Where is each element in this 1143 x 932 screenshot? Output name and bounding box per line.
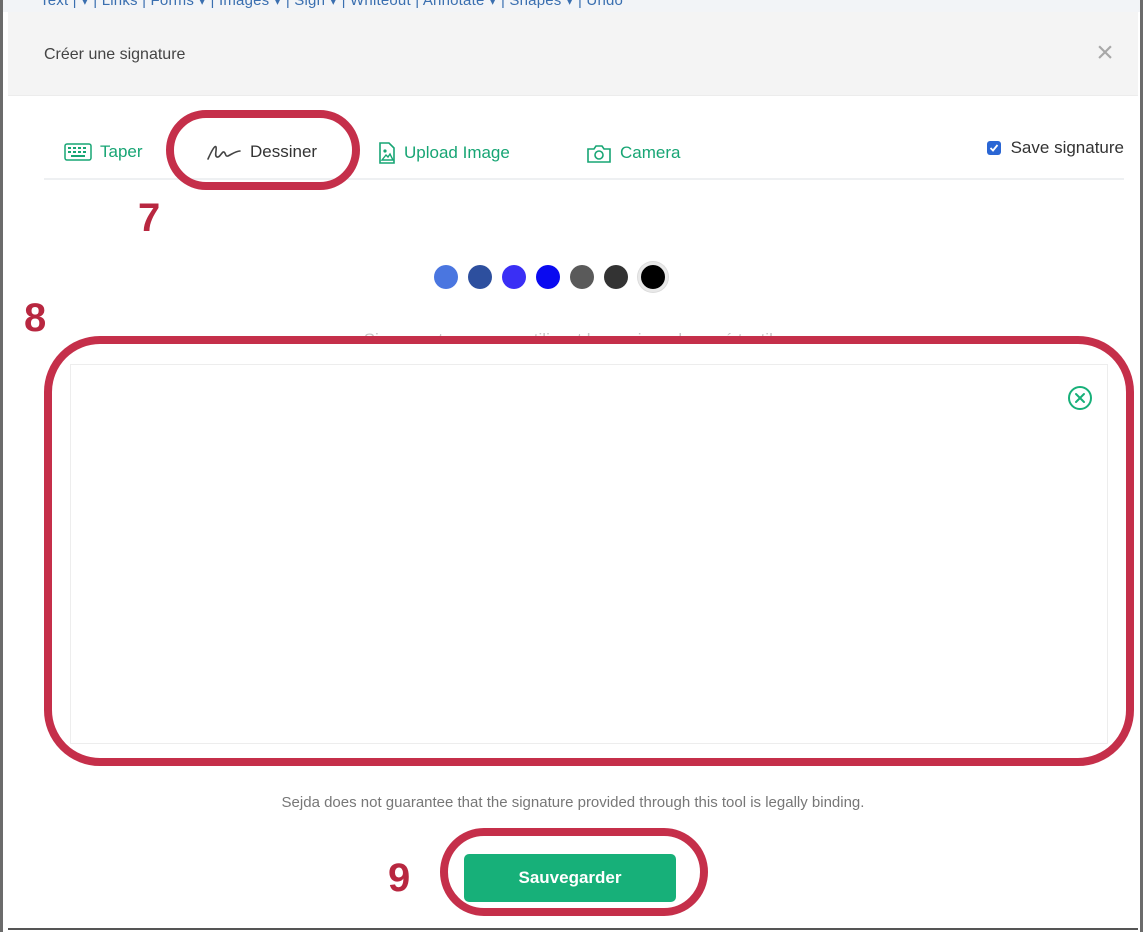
save-signature-label: Save signature [1010,138,1124,157]
signature-dialog: Créer une signature × Taper Dessiner Upl… [8,12,1138,930]
annotation-step-7: 7 [138,196,161,240]
color-picker [434,262,668,292]
tab-camera[interactable]: Camera [586,142,680,164]
color-swatch[interactable] [536,265,560,289]
color-swatch[interactable] [468,265,492,289]
dialog-header: Créer une signature × [8,12,1138,96]
camera-icon [587,145,611,163]
keyboard-icon [64,143,92,161]
tab-taper-label: Taper [100,142,143,161]
dialog-title: Créer une signature [44,46,186,63]
image-file-icon [379,142,395,164]
color-swatch[interactable] [502,265,526,289]
tab-upload-image[interactable]: Upload Image [378,142,510,164]
clear-canvas-button[interactable] [1067,385,1093,416]
background-toolbar-text: Text | ▾ | Links | Forms ▾ | Images ▾ | … [40,0,624,9]
tab-dessiner[interactable]: Dessiner [206,142,317,162]
tab-dessiner-label: Dessiner [250,142,318,161]
signature-tabs: Taper Dessiner Upload Image Camera Save … [44,122,1124,180]
color-swatch[interactable] [604,265,628,289]
color-swatch[interactable] [638,262,668,292]
color-swatch[interactable] [434,265,458,289]
background-toolbar: Text | ▾ | Links | Forms ▾ | Images ▾ | … [0,0,1143,12]
legal-disclaimer: Sejda does not guarantee that the signat… [281,794,865,811]
save-signature-checkbox[interactable] [986,141,1001,155]
clear-circle-icon [1068,386,1092,410]
close-icon: × [1096,36,1114,69]
tab-camera-label: Camera [620,143,681,162]
checkmark-icon [989,144,998,152]
signature-icon [207,145,241,160]
annotation-step-9: 9 [388,856,411,900]
tab-upload-image-label: Upload Image [404,143,510,162]
tab-taper[interactable]: Taper [64,142,143,162]
canvas-hint: Signez votre nom en utilisant la souris … [363,330,783,344]
save-button[interactable]: Sauvegarder [464,854,676,902]
window-border-left [0,0,3,932]
color-swatch[interactable] [570,265,594,289]
signature-canvas[interactable] [70,364,1108,744]
save-signature-option: Save signature [986,138,1124,158]
annotation-step-8: 8 [24,296,47,340]
close-button[interactable]: × [1090,38,1120,68]
